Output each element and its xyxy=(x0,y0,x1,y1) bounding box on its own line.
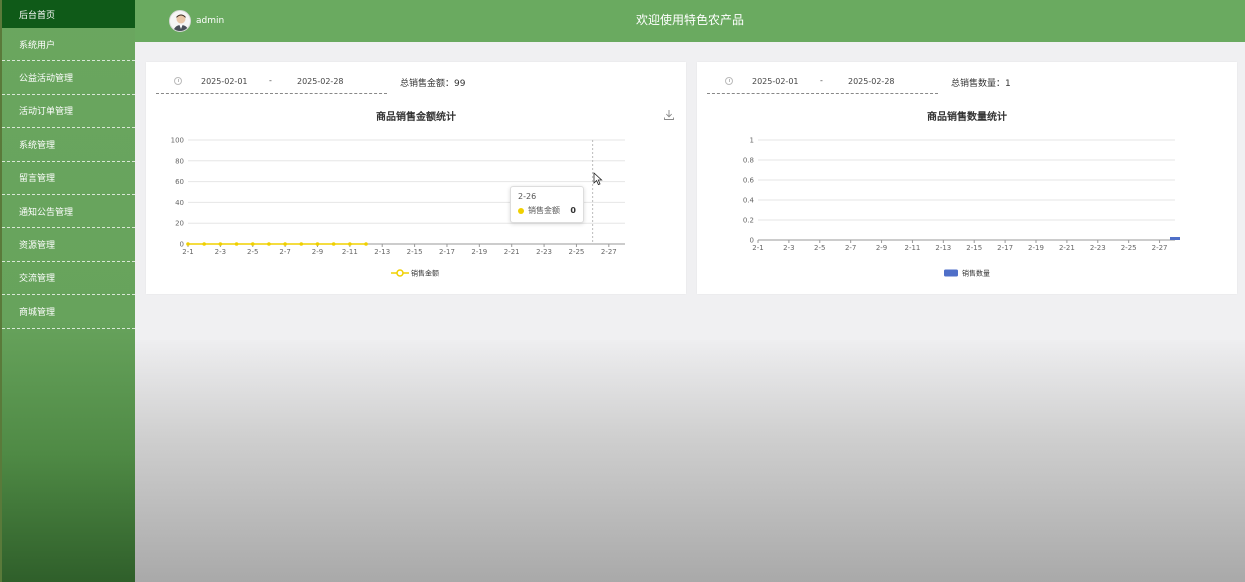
x-tick-label: 2-11 xyxy=(904,244,920,252)
sidebar-item-resources[interactable]: 资源管理 xyxy=(2,228,135,262)
y-tick-label: 60 xyxy=(175,178,184,186)
y-tick-label: 0.4 xyxy=(743,197,755,205)
line-chart: 0 20 40 60 80 100 2-1 2-3 2-5 2-7 2-9 2-11 2-13 2-15 2… xyxy=(171,137,625,278)
x-tick-label: 2-21 xyxy=(1059,244,1075,252)
x-tick-label: 2-19 xyxy=(471,248,487,256)
sidebar-item-label: 公益活动管理 xyxy=(19,74,74,85)
x-tick-label: 2-23 xyxy=(1090,244,1106,252)
sidebar-item-charity-activities[interactable]: 公益活动管理 xyxy=(2,61,135,95)
y-tick-label: 1 xyxy=(750,137,754,145)
data-point xyxy=(348,242,352,246)
data-point xyxy=(331,242,336,246)
sidebar-item-label: 交流管理 xyxy=(19,274,56,285)
data-point xyxy=(186,242,190,246)
top-header: admin 欢迎使用特色农产品 xyxy=(135,0,1245,42)
mouse-cursor-icon xyxy=(593,172,603,186)
legend-marker xyxy=(396,269,404,277)
x-tick-label: 2-7 xyxy=(279,248,290,256)
data-point xyxy=(234,242,239,246)
sidebar-item-label: 资源管理 xyxy=(19,241,56,252)
x-tick-label: 2-9 xyxy=(312,248,323,256)
sales-quantity-card: 2025-02-01 - 2025-02-28 总销售数量：1 商品销售数量统计… xyxy=(697,62,1237,294)
y-tick-label: 0.8 xyxy=(743,157,754,165)
x-tick-label: 2-17 xyxy=(439,248,455,256)
y-tick-label: 40 xyxy=(175,199,184,207)
legend-marker xyxy=(944,269,958,277)
data-point xyxy=(283,242,287,246)
x-tick-label: 2-27 xyxy=(601,248,617,256)
chart-tooltip: 2-26 销售金额 0 xyxy=(510,186,584,223)
sidebar-item-system-users[interactable]: 系统用户 xyxy=(2,28,135,62)
x-tick-label: 2-1 xyxy=(752,244,763,252)
sidebar-item-exchange[interactable]: 交流管理 xyxy=(2,262,135,296)
sidebar-item-mall[interactable]: 商城管理 xyxy=(2,295,135,329)
x-tick-label: 2-21 xyxy=(504,248,520,256)
sidebar-item-messages[interactable]: 留言管理 xyxy=(2,162,135,195)
x-tick-label: 2-9 xyxy=(876,244,887,252)
sidebar-item-label: 活动订单管理 xyxy=(19,107,74,118)
y-tick-label: 0.6 xyxy=(743,177,755,185)
sidebar: 后台首页 系统用户 公益活动管理 活动订单管理 系统管理 留言管理 通知公告管理… xyxy=(0,0,135,582)
tooltip-row: 销售金额 0 xyxy=(518,205,576,216)
series-dot-icon xyxy=(518,207,524,214)
sidebar-item-label: 系统管理 xyxy=(19,140,56,151)
x-tick-label: 2-13 xyxy=(935,244,951,252)
x-tick-label: 2-5 xyxy=(247,248,258,256)
x-tick-label: 2-25 xyxy=(568,248,584,256)
data-point xyxy=(364,242,368,246)
legend-label: 销售数量 xyxy=(962,269,990,278)
bar xyxy=(1170,237,1180,240)
x-tick-label: 2-13 xyxy=(374,248,390,256)
y-tick-label: 0.2 xyxy=(743,217,754,225)
data-point xyxy=(299,242,304,246)
x-tick-label: 2-17 xyxy=(997,244,1013,252)
sidebar-item-label: 留言管理 xyxy=(19,174,56,185)
sidebar-item-label: 系统用户 xyxy=(19,40,56,51)
page-title: 欢迎使用特色农产品 xyxy=(635,13,744,27)
x-tick-label: 2-3 xyxy=(783,244,794,252)
legend-label: 销售金额 xyxy=(411,269,439,278)
sidebar-item-label: 商城管理 xyxy=(19,307,56,318)
sidebar-item-home[interactable]: 后台首页 xyxy=(2,0,135,28)
data-point xyxy=(218,242,223,246)
x-tick-label: 2-11 xyxy=(342,248,358,256)
x-tick-label: 2-7 xyxy=(845,244,856,252)
y-tick-label: 80 xyxy=(175,157,184,165)
sidebar-item-notices[interactable]: 通知公告管理 xyxy=(2,195,135,229)
sidebar-item-activity-orders[interactable]: 活动订单管理 xyxy=(2,95,135,129)
data-point xyxy=(267,242,271,246)
sales-amount-card: 2025-02-01 - 2025-02-28 总销售金额：99 商品销售金额统… xyxy=(146,62,686,294)
x-tick-label: 2-23 xyxy=(536,248,552,256)
sidebar-item-system-management[interactable]: 系统管理 xyxy=(2,128,135,162)
data-point xyxy=(250,242,255,246)
data-point xyxy=(202,242,206,246)
x-tick-label: 2-19 xyxy=(1028,244,1044,252)
y-tick-label: 20 xyxy=(175,220,184,228)
x-tick-label: 2-1 xyxy=(182,248,193,256)
x-tick-label: 2-5 xyxy=(814,244,825,252)
sidebar-item-label: 后台首页 xyxy=(19,10,56,21)
bar-chart: 00.20.40.60.812-1 2-3 2-5 2-7 2-9 2-11 2-13 2-1… xyxy=(743,137,1180,278)
x-tick-label: 2-25 xyxy=(1121,244,1137,252)
tooltip-series: 销售金额 xyxy=(528,206,560,215)
tooltip-date: 2-26 xyxy=(518,192,537,201)
x-tick-label: 2-3 xyxy=(215,248,226,256)
sidebar-item-label: 通知公告管理 xyxy=(19,207,74,218)
tooltip-value: 0 xyxy=(570,206,576,215)
x-tick-label: 2-27 xyxy=(1152,244,1168,252)
y-tick-label: 100 xyxy=(171,137,184,145)
x-tick-label: 2-15 xyxy=(966,244,982,252)
data-point xyxy=(315,242,320,246)
background-fade xyxy=(135,340,1245,582)
x-tick-label: 2-15 xyxy=(407,248,423,256)
